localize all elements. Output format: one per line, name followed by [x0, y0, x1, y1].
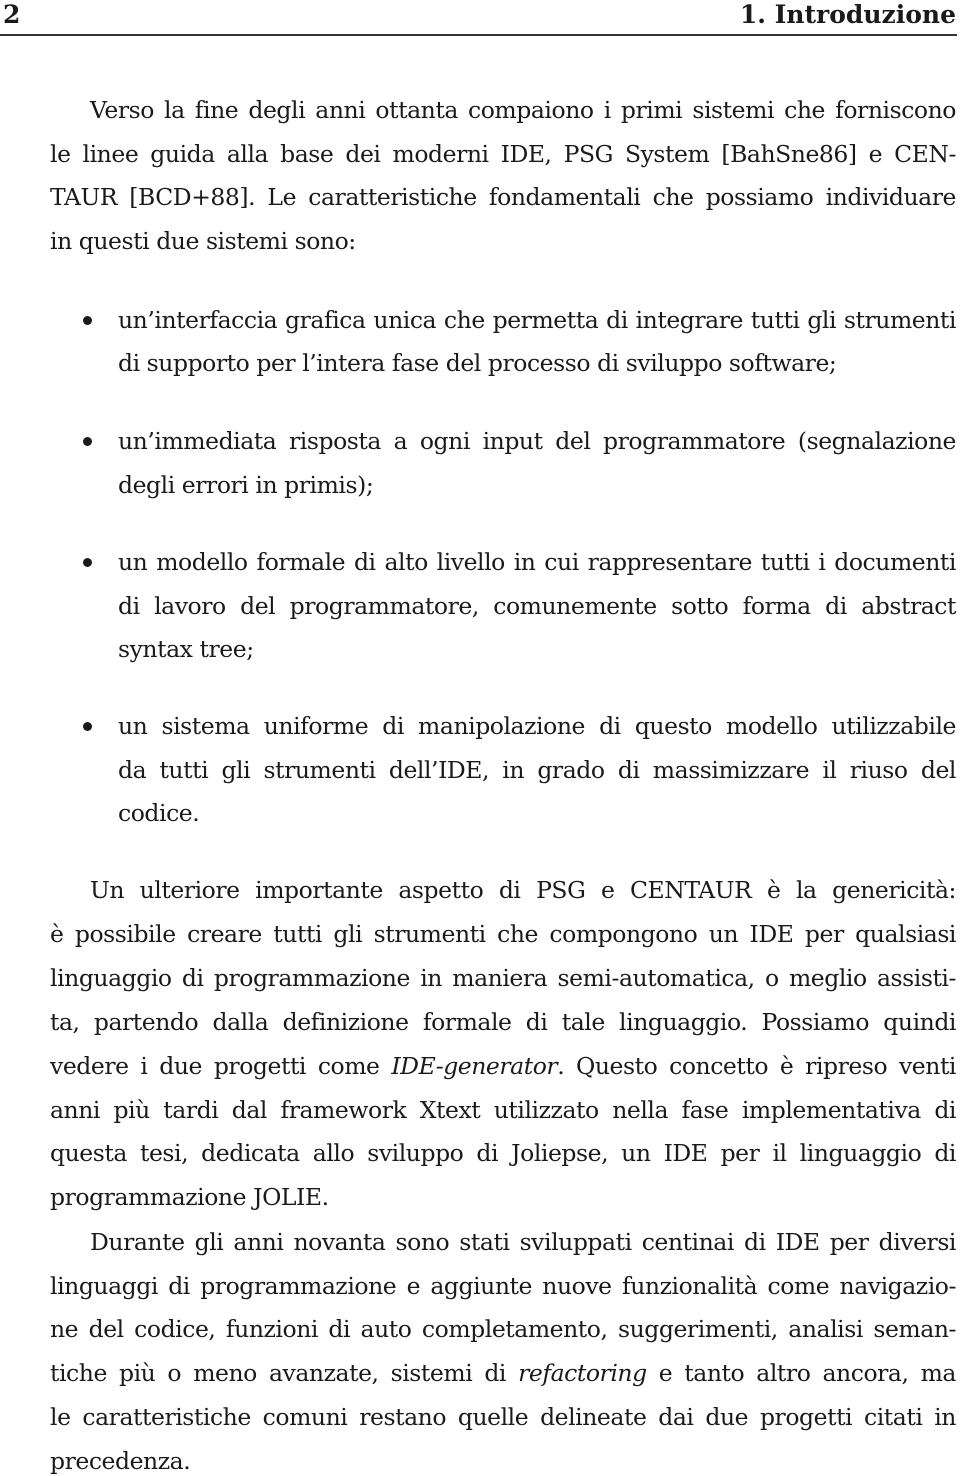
- text-span: tiche più o meno avanzate, sistemi di: [50, 1359, 519, 1387]
- text-line: le caratteristiche comuni restano quelle…: [50, 1403, 956, 1431]
- emphasis-ide-generator: IDE-generator: [391, 1052, 558, 1080]
- text-line: ne del codice, funzioni di auto completa…: [50, 1315, 956, 1343]
- text-line: in questi due sistemi sono:: [50, 227, 356, 255]
- bullet-icon: [83, 722, 92, 731]
- text-line: le linee guida alla base dei moderni IDE…: [50, 140, 956, 168]
- text-line: programmazione JOLIE.: [50, 1183, 329, 1211]
- text-line: Un ulteriore importante aspetto di PSG e…: [90, 876, 956, 904]
- text-span: e tanto altro ancora, ma: [646, 1359, 957, 1387]
- text-line: un sistema uniforme di manipolazione di …: [118, 712, 956, 740]
- text-line: anni più tardi dal framework Xtext utili…: [50, 1096, 956, 1124]
- text-line: ta, partendo dalla definizione formale d…: [50, 1008, 956, 1036]
- text-line: linguaggio di programmazione in maniera …: [50, 964, 956, 992]
- text-line: linguaggi di programmazione e aggiunte n…: [50, 1272, 956, 1300]
- emphasis-refactoring: refactoring: [518, 1359, 647, 1387]
- text-line: precedenza.: [50, 1447, 191, 1475]
- text-line: Verso la fine degli anni ottanta compaio…: [90, 96, 956, 124]
- text-line: codice.: [118, 799, 200, 827]
- text-line: TAUR [BCD+88]. Le caratteristiche fondam…: [50, 183, 956, 211]
- chapter-title: 1. Introduzione: [739, 0, 956, 29]
- text-span: . Questo concetto è ripreso venti: [557, 1052, 957, 1080]
- running-header: 2 1. Introduzione: [0, 0, 960, 36]
- text-span: vedere i due progetti come: [50, 1052, 392, 1080]
- page-number: 2: [3, 0, 21, 29]
- text-line: è possibile creare tutti gli strumenti c…: [50, 920, 956, 948]
- header-rule: [0, 34, 957, 36]
- bullet-icon: [83, 558, 92, 567]
- text-line: degli errori in primis);: [118, 471, 374, 499]
- bullet-icon: [83, 316, 92, 325]
- text-line: da tutti gli strumenti dell’IDE, in grad…: [118, 756, 956, 784]
- text-line: questa tesi, dedicata allo sviluppo di J…: [50, 1139, 956, 1167]
- text-line: un’immediata risposta a ogni input del p…: [118, 427, 956, 455]
- text-line: vedere i due progetti come IDE-generator…: [50, 1052, 956, 1080]
- bullet-icon: [83, 437, 92, 446]
- text-line: un modello formale di alto livello in cu…: [118, 548, 956, 576]
- text-line: un’interfaccia grafica unica che permett…: [118, 306, 956, 334]
- text-line: di lavoro del programmatore, comunemente…: [118, 592, 956, 620]
- text-line: tiche più o meno avanzate, sistemi di re…: [50, 1359, 956, 1387]
- text-line: di supporto per l’intera fase del proces…: [118, 349, 837, 377]
- text-line: Durante gli anni novanta sono stati svil…: [90, 1228, 956, 1256]
- text-line: syntax tree;: [118, 635, 254, 663]
